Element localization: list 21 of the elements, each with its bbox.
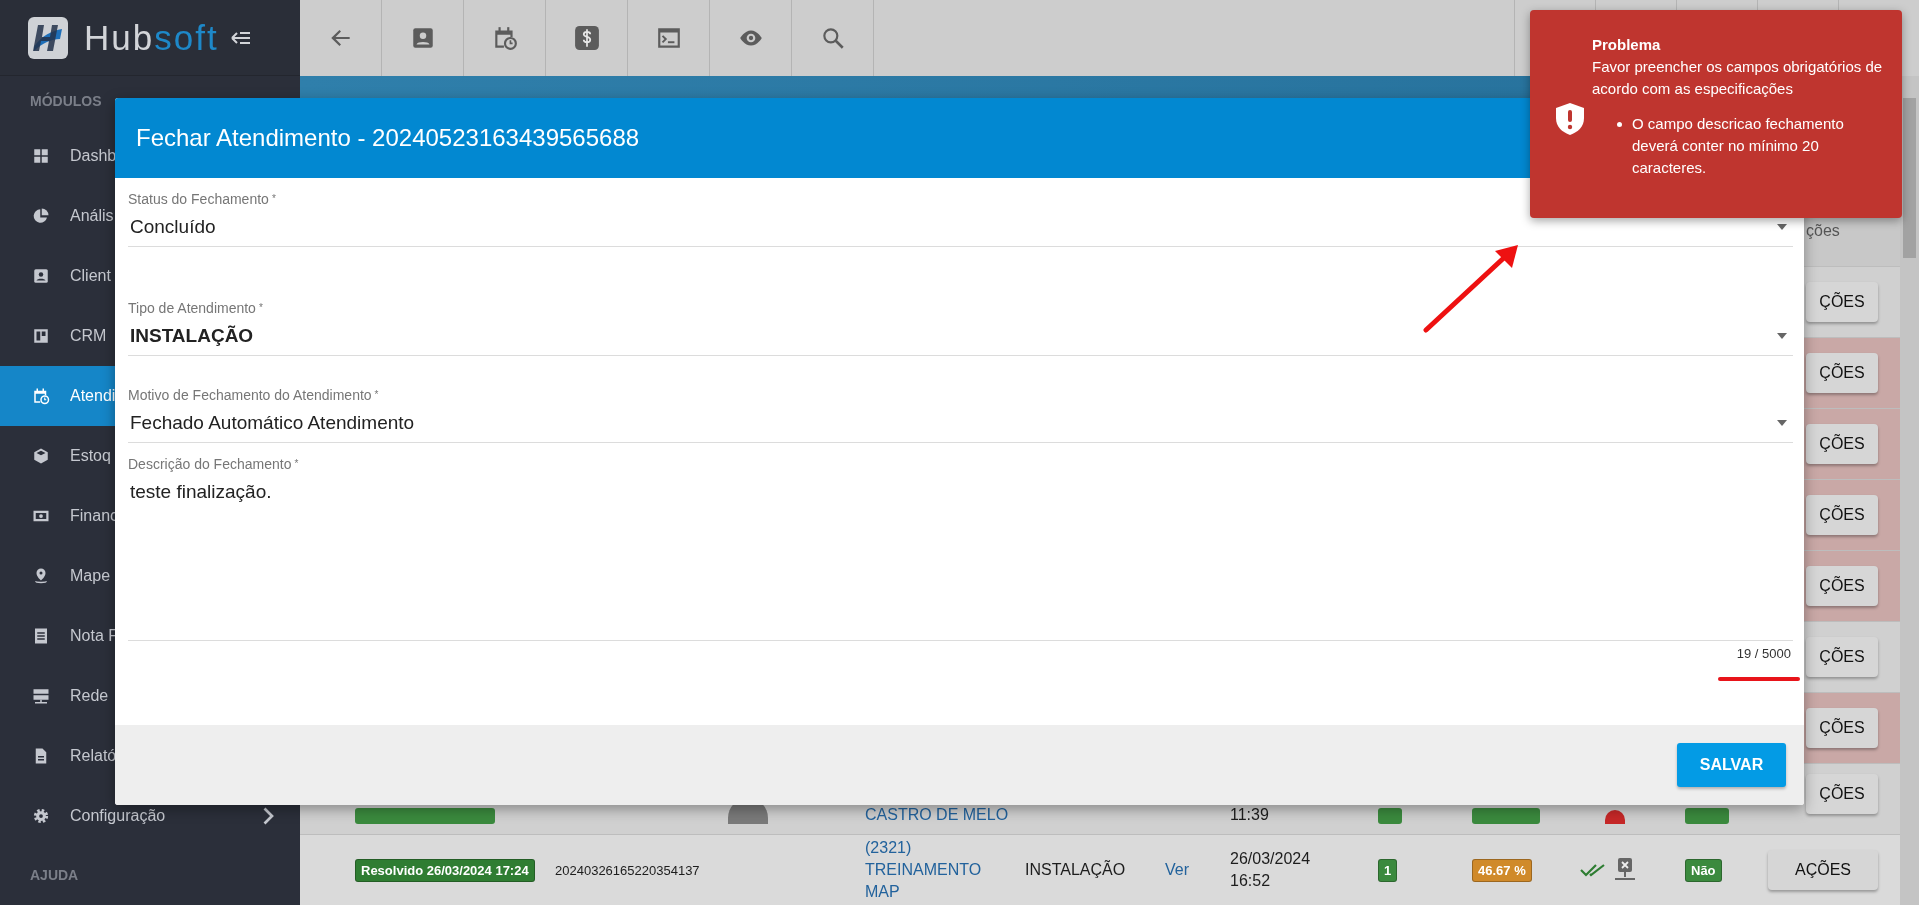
section-title: AJUDA bbox=[30, 867, 79, 883]
date-text: 26/03/2024 16:52 bbox=[1230, 849, 1312, 891]
field-label: Status do Fechamento * bbox=[128, 190, 276, 208]
field-label: Motivo de Fechamento do Atendimento * bbox=[128, 386, 379, 404]
section-title: MÓDULOS bbox=[30, 93, 102, 109]
error-text: O campo descricao fechamento deverá conter no mínimo 20 caracteres. bbox=[1632, 114, 1845, 178]
toast-title: Problema bbox=[1592, 35, 1662, 55]
type-text: INSTALAÇÃO bbox=[1025, 861, 1127, 879]
char-counter: 19 / 5000 bbox=[1736, 646, 1791, 661]
field-label: Descrição do Fechamento * bbox=[128, 455, 299, 473]
percent-badge: 46.67 % bbox=[1472, 858, 1532, 882]
protocol-text: 20240326165220354137 bbox=[555, 862, 701, 878]
logo-text: Hubsoft bbox=[84, 17, 219, 58]
field-label: Tipo de Atendimento * bbox=[128, 299, 263, 317]
status-badge: Resolvido 26/03/2024 17:24 bbox=[355, 858, 535, 882]
reply-badge: Não bbox=[1685, 858, 1722, 882]
toast-message: Favor preencher os campos obrigatórios de acordo com as especificações bbox=[1592, 58, 1883, 97]
column-header: ções bbox=[1806, 222, 1841, 240]
date-text: 11:39 bbox=[1230, 806, 1270, 824]
dialog-title: Fechar Atendimento - 20240523163439565688 bbox=[135, 124, 640, 152]
count-badge: 1 bbox=[1378, 858, 1398, 882]
